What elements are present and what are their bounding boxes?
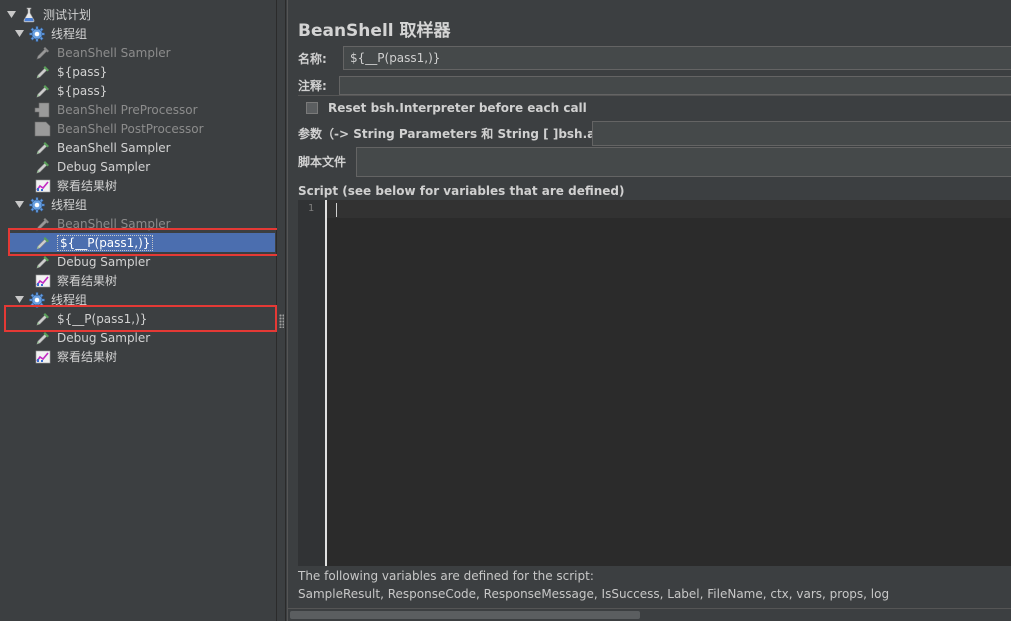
tree-item-label: BeanShell PreProcessor (57, 102, 198, 117)
pipette-icon (34, 63, 52, 81)
tree-item-label: Debug Sampler (57, 254, 151, 269)
preprocessor-icon (34, 101, 52, 119)
variables-note: The following variables are defined for … (298, 569, 594, 583)
tree-root-test-plan[interactable]: 测试计划 (6, 5, 91, 24)
pipette-icon (34, 158, 52, 176)
text-caret (336, 203, 337, 217)
name-field-value: ${__P(pass1,)} (350, 51, 441, 65)
tree-item-label: 察看结果树 (57, 350, 118, 364)
tree-item-label: BeanShell PostProcessor (57, 121, 204, 136)
tree-item-label: 察看结果树 (57, 179, 118, 193)
splitter-grip-icon[interactable] (279, 314, 284, 328)
postprocessor-icon (34, 120, 52, 138)
comment-row: 注释: (298, 76, 327, 94)
script-file-row: 脚本文件 (298, 152, 346, 170)
tree-thread-group[interactable]: 线程组 (14, 24, 87, 43)
gutter-edge (325, 200, 327, 566)
tree-item[interactable]: BeanShell Sampler (34, 43, 171, 62)
gear-icon (28, 196, 46, 214)
line-number: 1 (308, 203, 315, 214)
tree-item[interactable]: 察看结果树 (34, 271, 117, 290)
tree-item-label: 察看结果树 (57, 274, 118, 288)
tree-item[interactable]: 察看结果树 (34, 347, 117, 366)
parameters-row: 参数（-> String Parameters 和 String [ ]bsh.… (298, 124, 629, 142)
tree-item-label: ${pass} (57, 64, 108, 79)
expand-arrow-icon[interactable] (6, 9, 17, 20)
divider (298, 95, 1011, 96)
flask-icon (20, 6, 38, 24)
script-editor[interactable]: 1 (298, 200, 1011, 566)
test-plan-tree[interactable]: 测试计划 线程组 BeanShell Sampler ${pass} ${pass} B… (0, 0, 283, 621)
comment-field[interactable] (339, 76, 1011, 95)
tree-item[interactable]: BeanShell PostProcessor (34, 119, 204, 138)
tree-item[interactable]: BeanShell PreProcessor (34, 100, 198, 119)
chart-icon (34, 177, 52, 195)
expand-arrow-icon[interactable] (14, 199, 25, 210)
gear-icon (28, 25, 46, 43)
tree-item-label: Debug Sampler (57, 159, 151, 174)
tree-root-label: 测试计划 (43, 8, 92, 22)
tree-item[interactable]: ${pass} (34, 62, 107, 81)
split-pane-divider[interactable] (277, 0, 286, 621)
highlight-box-selected-sampler (8, 228, 283, 256)
name-label: 名称: (298, 52, 327, 66)
chart-icon (34, 348, 52, 366)
script-label-row: Script (see below for variables that are… (298, 182, 625, 199)
expand-arrow-icon[interactable] (14, 294, 25, 305)
expand-arrow-icon[interactable] (14, 28, 25, 39)
name-row: 名称: (298, 49, 327, 68)
pipette-icon (34, 139, 52, 157)
chart-icon (34, 272, 52, 290)
beanshell-sampler-panel: BeanShell 取样器 名称: ${__P(pass1,)} 注释: Res… (287, 0, 1011, 621)
current-line-highlight (327, 200, 1011, 218)
horizontal-scrollbar[interactable] (288, 608, 1011, 621)
name-field[interactable]: ${__P(pass1,)} (343, 46, 1011, 70)
tree-thread-group[interactable]: 线程组 (14, 195, 87, 214)
script-file-label: 脚本文件 (298, 154, 347, 169)
comment-label: 注释: (298, 78, 327, 93)
reset-interpreter-label: Reset bsh.Interpreter before each call (328, 101, 587, 115)
script-file-field[interactable] (356, 147, 1011, 177)
tree-item-label: BeanShell Sampler (57, 45, 171, 60)
tree-item[interactable]: 察看结果树 (34, 176, 117, 195)
page-title: BeanShell 取样器 (298, 21, 451, 41)
highlight-box-second-sampler (4, 305, 277, 332)
reset-interpreter-row[interactable]: Reset bsh.Interpreter before each call (306, 99, 587, 117)
tree-item[interactable]: BeanShell Sampler (34, 138, 171, 157)
tree-item-label: Debug Sampler (57, 330, 151, 345)
reset-interpreter-checkbox[interactable] (306, 102, 318, 114)
pipette-icon (34, 82, 52, 100)
script-label: Script (see below for variables that are… (298, 183, 625, 198)
parameters-field[interactable] (592, 121, 1011, 146)
parameters-label: 参数（-> String Parameters 和 String [ ]bsh.… (298, 126, 629, 141)
tree-item-label: ${pass} (57, 83, 108, 98)
scrollbar-thumb[interactable] (290, 611, 640, 619)
pipette-icon (34, 44, 52, 62)
tree-item-label: BeanShell Sampler (57, 140, 171, 155)
thread-group-label: 线程组 (51, 27, 88, 41)
thread-group-label: 线程组 (51, 198, 88, 212)
variables-list: SampleResult, ResponseCode, ResponseMess… (298, 587, 890, 601)
tree-item[interactable]: ${pass} (34, 81, 107, 100)
tree-item[interactable]: Debug Sampler (34, 157, 150, 176)
line-number-gutter: 1 (298, 200, 326, 566)
